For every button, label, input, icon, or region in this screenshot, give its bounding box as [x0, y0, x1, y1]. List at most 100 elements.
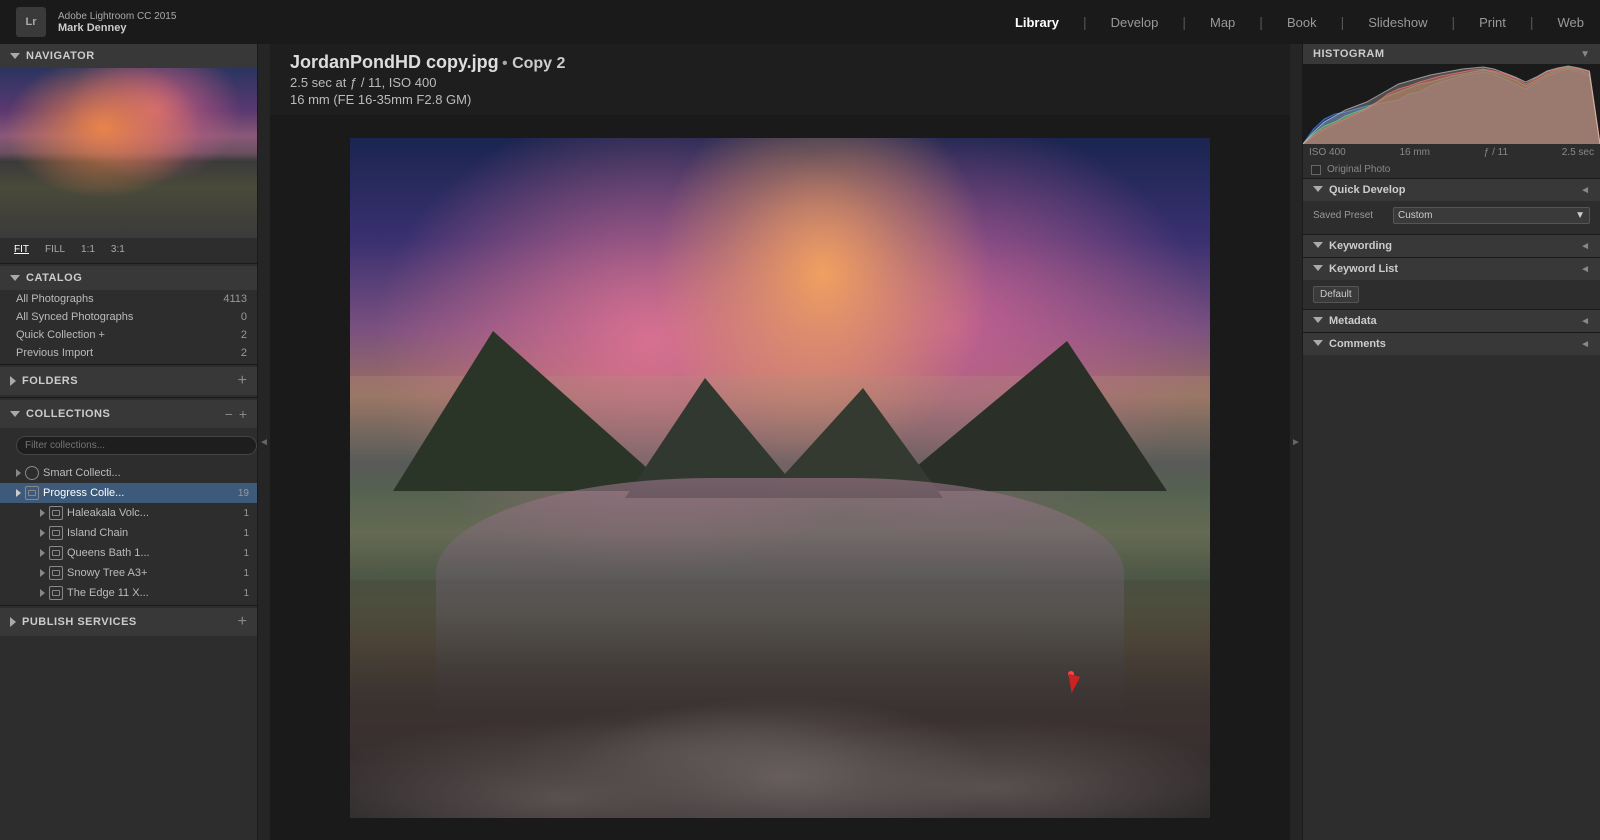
metadata-collapse[interactable]: ◄ — [1580, 316, 1590, 327]
island-chain-count: 1 — [243, 528, 249, 539]
catalog-quick-label: Quick Collection + — [16, 329, 105, 341]
zoom-fill[interactable]: FILL — [41, 242, 69, 257]
keywording-triangle — [1313, 242, 1323, 250]
catalog-section: All Photographs 4113 All Synced Photogra… — [0, 290, 257, 362]
nav-print[interactable]: Print — [1479, 11, 1506, 34]
nav-slideshow[interactable]: Slideshow — [1368, 11, 1427, 34]
original-photo-checkbox[interactable] — [1311, 165, 1321, 175]
hist-shutter: 2.5 sec — [1562, 147, 1594, 158]
zoom-1-1[interactable]: 1:1 — [77, 242, 99, 257]
publish-add-button[interactable]: + — [238, 614, 247, 630]
snowy-tree-expand-icon — [40, 569, 45, 577]
keyword-list-collapse[interactable]: ◄ — [1580, 264, 1590, 275]
collections-minus-button[interactable]: − — [225, 406, 233, 422]
queens-bath-expand-icon — [40, 549, 45, 557]
collections-add-button[interactable]: + — [239, 406, 247, 422]
zoom-fit[interactable]: FIT — [10, 242, 33, 257]
catalog-all-synced[interactable]: All Synced Photographs 0 — [0, 308, 257, 326]
folders-triangle — [10, 376, 16, 386]
catalog-header[interactable]: Catalog — [0, 266, 257, 290]
the-edge-icon — [49, 586, 63, 600]
keywording-collapse[interactable]: ◄ — [1580, 241, 1590, 252]
histogram-info: ISO 400 16 mm ƒ / 11 2.5 sec — [1303, 144, 1600, 161]
keywording-header[interactable]: Keywording ◄ — [1303, 234, 1600, 257]
collections-list: Smart Collecti... Progress Colle... 19 H… — [0, 463, 257, 603]
catalog-all-photographs[interactable]: All Photographs 4113 — [0, 290, 257, 308]
zoom-3-1[interactable]: 3:1 — [107, 242, 129, 257]
kl-preset-select[interactable]: Default — [1313, 286, 1359, 303]
collection-queens-bath[interactable]: Queens Bath 1... 1 — [0, 543, 257, 563]
app-info: Adobe Lightroom CC 2015 Mark Denney — [58, 11, 176, 34]
island-chain-icon — [49, 526, 63, 540]
nav-develop[interactable]: Develop — [1111, 11, 1159, 34]
photo-copy-label: • — [502, 55, 512, 72]
photo-scene — [350, 138, 1210, 818]
queens-bath-icon — [49, 546, 63, 560]
folders-add-button[interactable]: + — [238, 373, 247, 389]
catalog-synced-count: 0 — [241, 311, 247, 323]
keyword-list-content: Default — [1303, 280, 1600, 309]
progress-collection-group[interactable]: Progress Colle... 19 — [0, 483, 257, 503]
quick-develop-title: Quick Develop — [1329, 184, 1405, 196]
navigator-zoom-controls: FIT FILL 1:1 3:1 — [0, 238, 257, 261]
metadata-triangle — [1313, 317, 1323, 325]
progress-collection-icon — [25, 486, 39, 500]
collections-header[interactable]: Collections − + — [0, 400, 257, 428]
qd-preset-select[interactable]: Custom ▼ — [1393, 207, 1590, 224]
comments-title: Comments — [1329, 338, 1386, 350]
top-nav: Library | Develop | Map | Book | Slidesh… — [1015, 11, 1584, 34]
snowy-tree-count: 1 — [243, 568, 249, 579]
main-image-container[interactable] — [270, 115, 1290, 840]
collection-the-edge[interactable]: The Edge 11 X... 1 — [0, 583, 257, 603]
collection-island-chain[interactable]: Island Chain 1 — [0, 523, 257, 543]
navigator-preview-image — [0, 68, 257, 238]
publish-services-header[interactable]: Publish Services + — [0, 608, 257, 636]
publish-triangle — [10, 617, 16, 627]
navigator-triangle — [10, 53, 20, 59]
island-chain-name: Island Chain — [67, 527, 235, 539]
right-panel-collapse[interactable]: ► — [1290, 44, 1302, 840]
comments-header[interactable]: Comments ◄ — [1303, 332, 1600, 355]
smart-collections-group[interactable]: Smart Collecti... — [0, 463, 257, 483]
nav-book[interactable]: Book — [1287, 11, 1317, 34]
smart-group-expand-icon — [16, 469, 21, 477]
collections-search-input[interactable] — [16, 436, 257, 455]
keyword-list-title: Keyword List — [1329, 263, 1398, 275]
nav-library[interactable]: Library — [1015, 11, 1059, 34]
collection-haleakala[interactable]: Haleakala Volc... 1 — [0, 503, 257, 523]
comments-collapse[interactable]: ◄ — [1580, 339, 1590, 350]
haleakala-name: Haleakala Volc... — [67, 507, 235, 519]
catalog-previous-import[interactable]: Previous Import 2 — [0, 344, 257, 362]
quick-develop-header[interactable]: Quick Develop ◄ — [1303, 178, 1600, 201]
left-panel-collapse[interactable]: ◄ — [258, 44, 270, 840]
the-edge-count: 1 — [243, 588, 249, 599]
comments-triangle — [1313, 340, 1323, 348]
nav-map[interactable]: Map — [1210, 11, 1235, 34]
snowy-tree-icon — [49, 566, 63, 580]
histogram-collapse[interactable]: ▼ — [1580, 49, 1590, 60]
qd-preset-dropdown-icon: ▼ — [1575, 210, 1585, 221]
catalog-prev-label: Previous Import — [16, 347, 93, 359]
photo-lens: 16 mm (FE 16-35mm F2.8 GM) — [290, 92, 1270, 107]
catalog-triangle — [10, 275, 20, 281]
histogram-title: Histogram — [1313, 48, 1385, 60]
keyword-list-header[interactable]: Keyword List ◄ — [1303, 257, 1600, 280]
main-content: Navigator FIT FILL 1:1 3:1 Catalog All P… — [0, 44, 1600, 840]
right-collapse-icon: ► — [1291, 437, 1301, 448]
kl-preset-value: Default — [1320, 289, 1352, 300]
catalog-quick-collection[interactable]: Quick Collection + 2 — [0, 326, 257, 344]
progress-group-expand-icon — [16, 489, 21, 497]
navigator-header[interactable]: Navigator — [0, 44, 257, 68]
the-edge-expand-icon — [40, 589, 45, 597]
publish-title: Publish Services — [22, 616, 137, 628]
hist-iso: ISO 400 — [1309, 147, 1346, 158]
quick-develop-collapse[interactable]: ◄ — [1580, 185, 1590, 196]
folders-header[interactable]: Folders + — [0, 367, 257, 395]
haleakala-icon — [49, 506, 63, 520]
metadata-header[interactable]: Metadata ◄ — [1303, 309, 1600, 332]
smart-collection-name: Smart Collecti... — [43, 467, 249, 479]
catalog-quick-count: 2 — [241, 329, 247, 341]
collection-snowy-tree[interactable]: Snowy Tree A3+ 1 — [0, 563, 257, 583]
nav-web[interactable]: Web — [1558, 11, 1585, 34]
histogram-header[interactable]: Histogram ▼ — [1303, 44, 1600, 64]
